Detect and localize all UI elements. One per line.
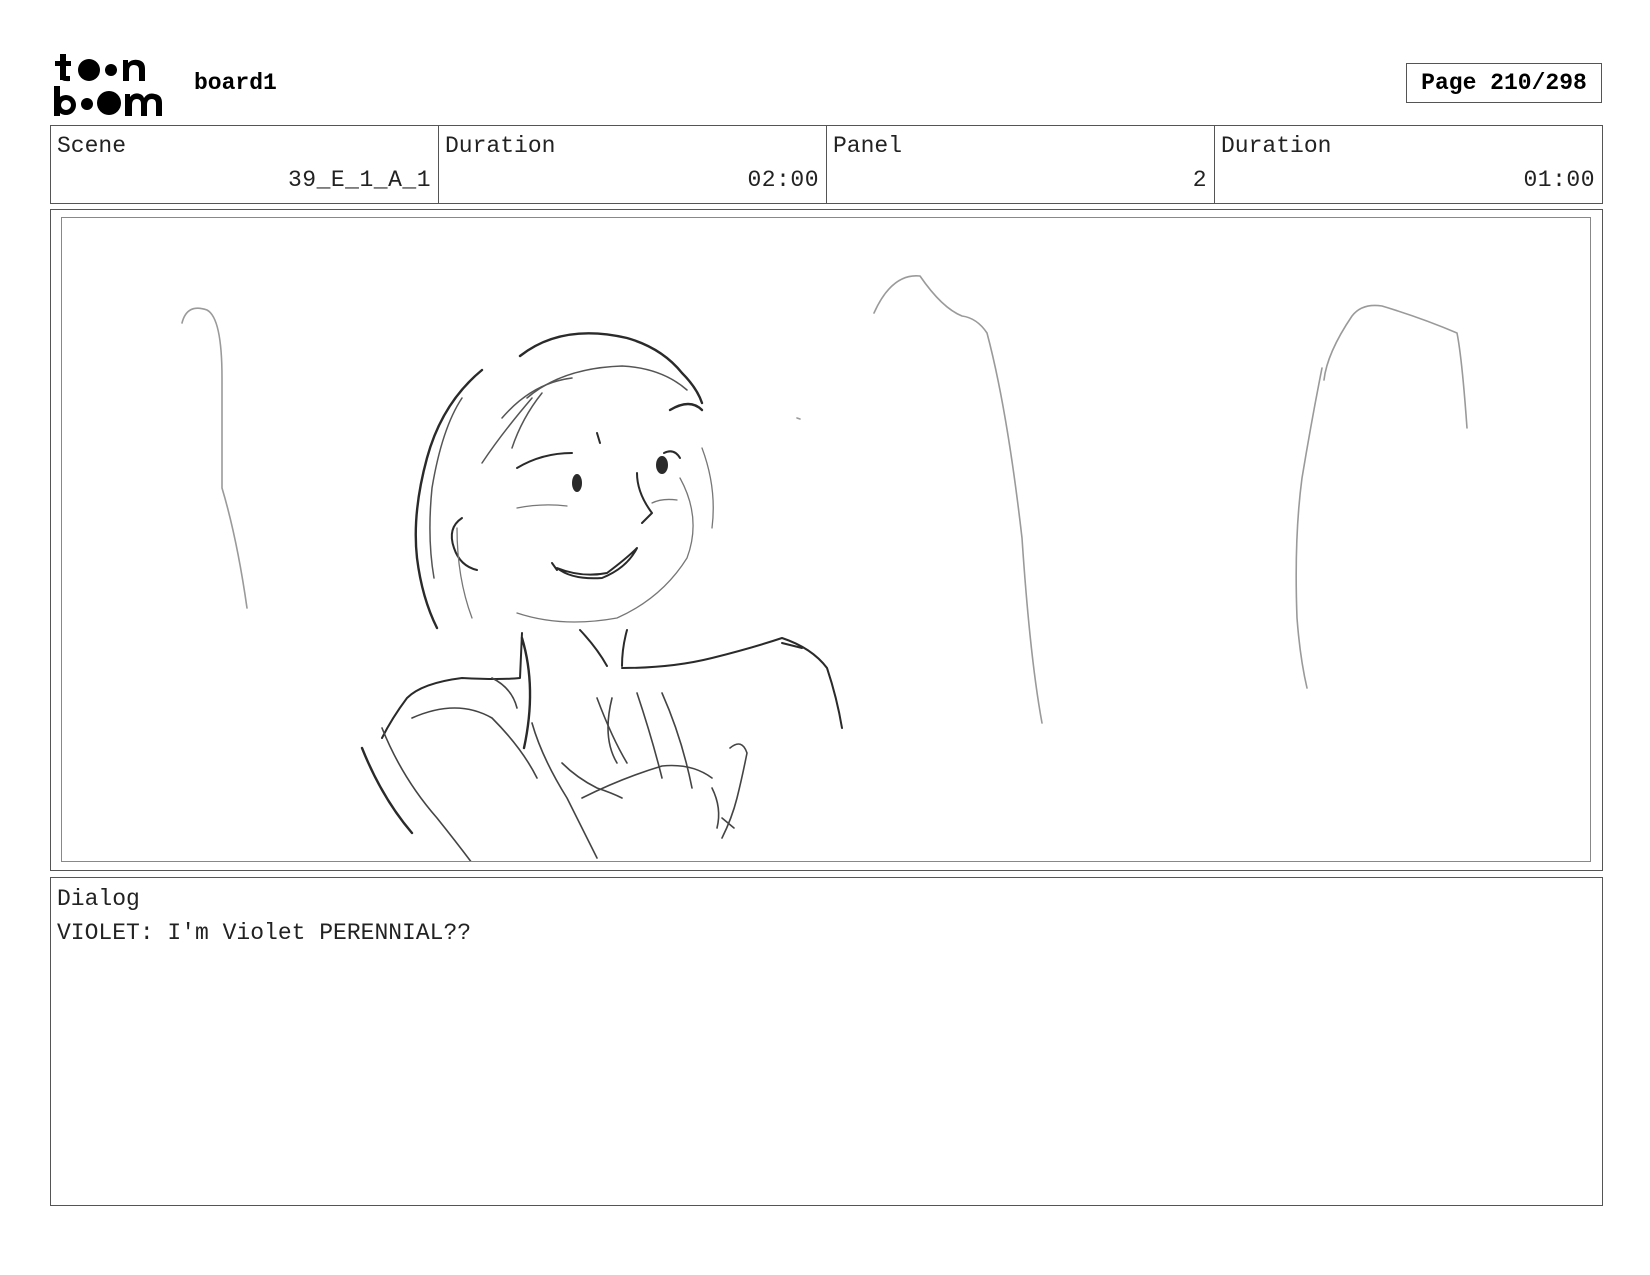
panel-label: Panel [833, 133, 903, 159]
toon-boom-logo [52, 52, 172, 118]
panel-duration-label: Duration [1221, 133, 1332, 159]
scene-duration-label: Duration [445, 133, 556, 159]
scene-cell: Scene 39_E_1_A_1 [51, 126, 439, 203]
board-name: board1 [194, 70, 277, 96]
panel-value: 2 [1192, 167, 1207, 193]
scene-duration-cell: Duration 02:00 [439, 126, 827, 203]
storyboard-sketch-icon [181, 275, 1468, 861]
dialog-label: Dialog [57, 886, 140, 912]
page-indicator: Page 210/298 [1406, 63, 1602, 103]
scene-label: Scene [57, 133, 127, 159]
panel-duration-cell: Duration 01:00 [1215, 126, 1602, 203]
storyboard-panel-image [61, 217, 1591, 862]
logo-icon [54, 54, 162, 116]
dialog-text: VIOLET: I'm Violet PERENNIAL?? [57, 920, 472, 946]
storyboard-panel-frame [50, 209, 1603, 871]
panel-duration-value: 01:00 [1523, 167, 1595, 193]
panel-info-table: Scene 39_E_1_A_1 Duration 02:00 Panel 2 … [50, 125, 1603, 204]
scene-value: 39_E_1_A_1 [287, 167, 431, 193]
scene-duration-value: 02:00 [747, 167, 819, 193]
dialog-box: Dialog VIOLET: I'm Violet PERENNIAL?? [50, 877, 1603, 1206]
panel-cell: Panel 2 [827, 126, 1215, 203]
